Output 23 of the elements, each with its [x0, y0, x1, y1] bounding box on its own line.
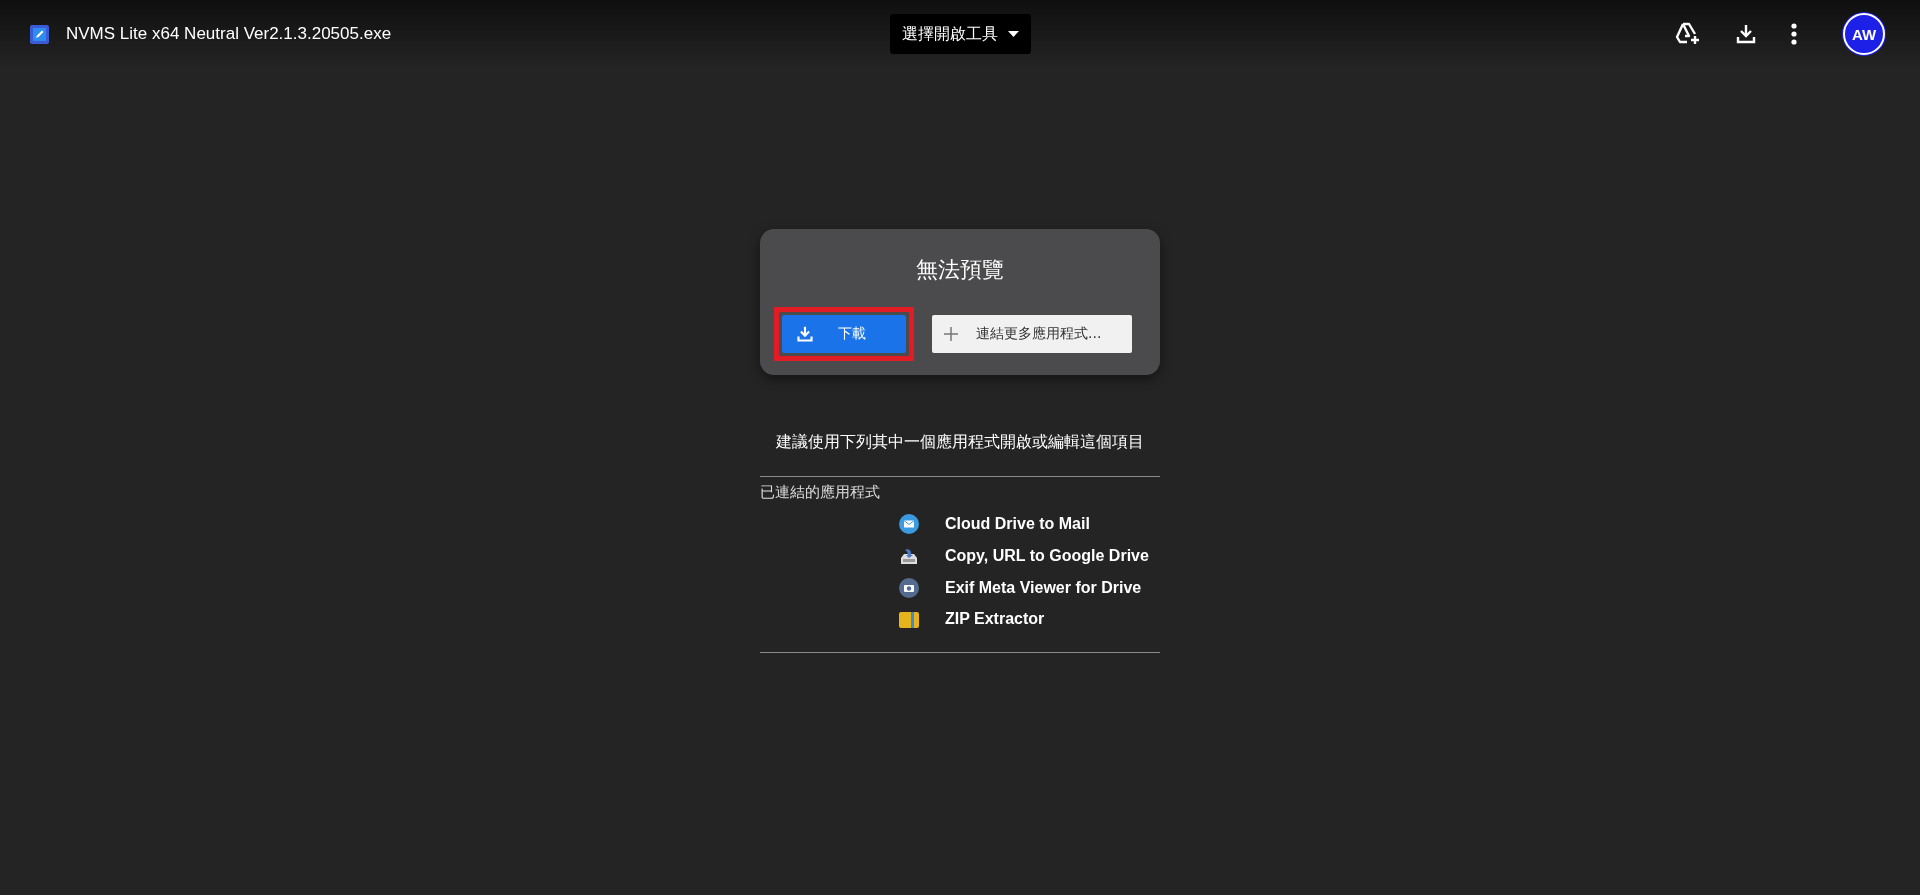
file-name: NVMS Lite x64 Neutral Ver2.1.3.20505.exe	[66, 24, 392, 44]
connected-apps-heading: 已連結的應用程式	[760, 483, 881, 502]
camera-icon	[899, 578, 919, 598]
app-link[interactable]: Copy, URL to Google Drive	[945, 547, 1149, 565]
download-file-button[interactable]: 下載	[782, 315, 906, 353]
add-shortcut-to-drive-button[interactable]	[1675, 22, 1701, 46]
app-link[interactable]: Exif Meta Viewer for Drive	[945, 579, 1142, 597]
zip-folder-icon	[899, 610, 919, 628]
no-preview-title: 無法預覽	[916, 256, 1004, 284]
file-icon	[30, 24, 49, 44]
envelope-icon	[899, 514, 919, 534]
download-button[interactable]	[1735, 23, 1757, 45]
inbox-arrow-icon	[899, 546, 919, 566]
app-link[interactable]: Cloud Drive to Mail	[945, 515, 1090, 533]
download-icon	[796, 325, 814, 343]
account-avatar[interactable]: AW	[1843, 13, 1885, 55]
connect-more-apps-button[interactable]: 連結更多應用程式...	[932, 315, 1132, 353]
open-with-dropdown[interactable]: 選擇開啟工具	[889, 14, 1031, 54]
caret-icon	[1007, 31, 1019, 37]
app-link[interactable]: ZIP Extractor	[945, 610, 1045, 628]
suggestion-text: 建議使用下列其中一個應用程式開啟或編輯這個項目	[776, 432, 1144, 453]
more-options-button[interactable]	[1791, 23, 1797, 45]
plus-icon	[944, 327, 958, 341]
